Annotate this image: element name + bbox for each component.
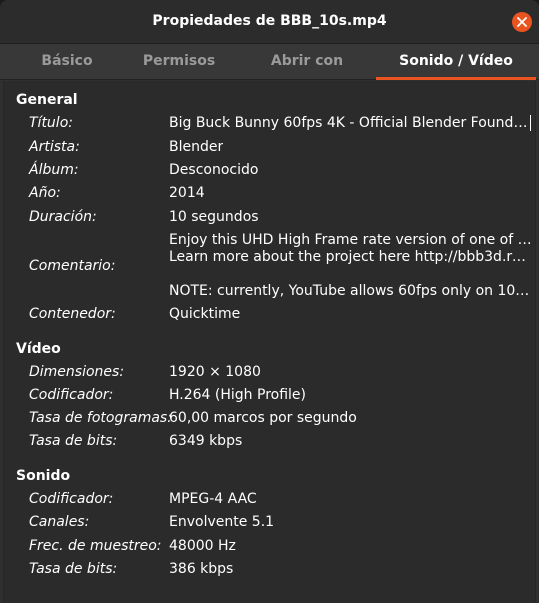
audio-codificador-label: Codificador: bbox=[29, 491, 114, 507]
comentario-line-1[interactable]: Enjoy this UHD High Frame rate version o… bbox=[169, 232, 533, 248]
video-bits-value[interactable]: 6349 kbps bbox=[169, 433, 242, 449]
duracion-label: Duración: bbox=[29, 209, 97, 225]
tab-permisos[interactable]: Permisos bbox=[113, 44, 245, 80]
contenedor-label: Contenedor: bbox=[29, 306, 116, 322]
tab-bar: Básico Permisos Abrir con Sonido / Vídeo bbox=[0, 44, 539, 80]
dimensiones-value[interactable]: 1920 × 1080 bbox=[169, 364, 261, 380]
close-button[interactable] bbox=[512, 12, 532, 32]
fotogramas-value[interactable]: 60,00 marcos por segundo bbox=[169, 410, 357, 426]
canales-value[interactable]: Envolvente 5.1 bbox=[169, 514, 274, 530]
properties-window: Propiedades de BBB_10s.mp4 Básico Permis… bbox=[0, 0, 539, 603]
ano-value[interactable]: 2014 bbox=[169, 185, 205, 201]
frec-muestreo-value[interactable]: 48000 Hz bbox=[169, 538, 236, 554]
section-sonido-heading: Sonido bbox=[16, 468, 71, 484]
audio-codificador-value[interactable]: MPEG-4 AAC bbox=[169, 491, 257, 507]
audio-bits-label: Tasa de bits: bbox=[29, 561, 118, 577]
video-codificador-label: Codificador: bbox=[29, 387, 114, 403]
duracion-value[interactable]: 10 segundos bbox=[169, 209, 259, 225]
comentario-line-2[interactable]: Learn more about the project here http:/… bbox=[169, 249, 533, 265]
title-bar[interactable]: Propiedades de BBB_10s.mp4 bbox=[0, 0, 539, 44]
artista-value[interactable]: Blender bbox=[169, 139, 223, 155]
fotogramas-label: Tasa de fotogramas: bbox=[29, 410, 172, 426]
tab-sonido-video[interactable]: Sonido / Vídeo bbox=[376, 44, 536, 80]
contenedor-value[interactable]: Quicktime bbox=[169, 306, 240, 322]
audio-bits-value[interactable]: 386 kbps bbox=[169, 561, 233, 577]
dimensiones-label: Dimensiones: bbox=[29, 364, 125, 380]
video-bits-label: Tasa de bits: bbox=[29, 433, 118, 449]
titulo-value[interactable]: Big Buck Bunny 60fps 4K - Official Blend… bbox=[169, 115, 531, 131]
canales-label: Canales: bbox=[29, 514, 90, 530]
properties-content: General Título: Big Buck Bunny 60fps 4K … bbox=[3, 81, 536, 603]
frec-muestreo-label: Frec. de muestreo: bbox=[29, 538, 162, 554]
comentario-line-3[interactable]: NOTE: currently, YouTube allows 60fps on… bbox=[169, 283, 533, 299]
ano-label: Año: bbox=[29, 185, 61, 201]
section-video-heading: Vídeo bbox=[16, 341, 61, 357]
window-title: Propiedades de BBB_10s.mp4 bbox=[152, 13, 387, 29]
artista-label: Artista: bbox=[29, 139, 80, 155]
comentario-label: Comentario: bbox=[29, 258, 116, 274]
titulo-label: Título: bbox=[29, 115, 73, 131]
album-value[interactable]: Desconocido bbox=[169, 162, 258, 178]
close-icon bbox=[517, 17, 527, 27]
section-general-heading: General bbox=[16, 92, 78, 108]
video-codificador-value[interactable]: H.264 (High Profile) bbox=[169, 387, 306, 403]
album-label: Álbum: bbox=[29, 162, 79, 178]
tab-abrir-con[interactable]: Abrir con bbox=[241, 44, 373, 80]
